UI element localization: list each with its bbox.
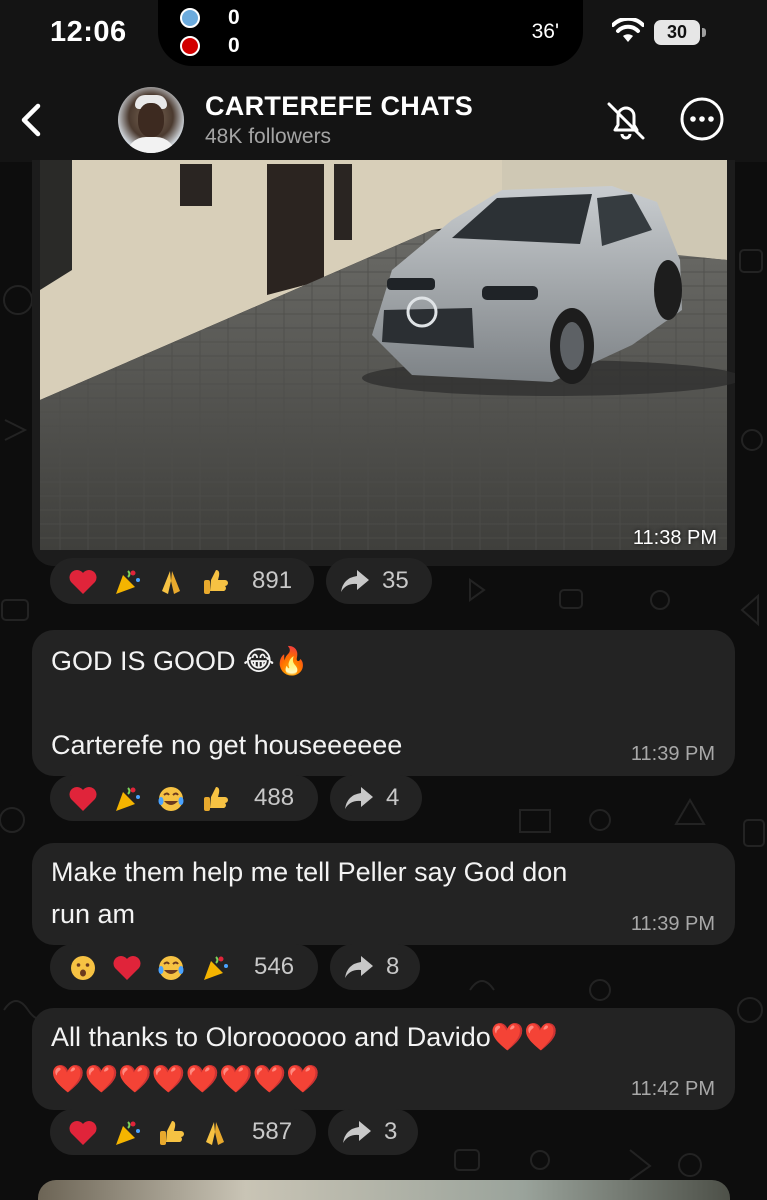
forward-arrow-icon xyxy=(345,956,373,978)
home-score: 0 xyxy=(228,6,240,29)
battery-indicator: 30 xyxy=(654,20,700,45)
channel-avatar[interactable] xyxy=(118,87,184,153)
forward-count: 8 xyxy=(386,953,400,980)
more-options-icon[interactable] xyxy=(679,96,725,142)
photo-message[interactable]: 11:38 PM xyxy=(32,160,735,566)
status-time: 12:06 xyxy=(50,16,127,48)
heart-reaction-icon[interactable] xyxy=(68,784,98,814)
forward-count: 3 xyxy=(384,1118,398,1145)
reaction-count: 546 xyxy=(254,953,295,980)
muted-bell-icon[interactable] xyxy=(601,96,651,146)
thumbs-up-reaction-icon[interactable] xyxy=(200,567,230,597)
channel-name[interactable]: CARTEREFE CHATS xyxy=(205,91,473,122)
match-minute: 36' xyxy=(531,20,559,43)
wifi-icon xyxy=(612,18,644,42)
forward-button[interactable]: 3 xyxy=(328,1109,418,1155)
message-time: 11:39 PM xyxy=(630,913,715,935)
heart-reaction-icon[interactable] xyxy=(68,567,98,597)
car-photo[interactable] xyxy=(32,160,735,566)
away-score: 0 xyxy=(228,34,240,57)
party-popper-reaction-icon[interactable] xyxy=(112,567,142,597)
reactions-bar[interactable]: 587 xyxy=(50,1109,316,1155)
reaction-count: 488 xyxy=(254,784,295,811)
text-message[interactable]: All thanks to Oloroooooo and Davido❤️❤️ … xyxy=(32,1008,735,1110)
party-popper-reaction-icon[interactable] xyxy=(112,1118,142,1148)
thumbs-up-reaction-icon[interactable] xyxy=(200,784,230,814)
tears-of-joy-reaction-icon[interactable] xyxy=(156,953,186,983)
forward-button[interactable]: 8 xyxy=(330,944,420,990)
away-team-logo-icon xyxy=(180,36,200,56)
home-team-logo-icon xyxy=(180,8,200,28)
status-bar: 12:06 0 0 36' 30 xyxy=(0,0,767,84)
thumbs-up-reaction-icon[interactable] xyxy=(156,1118,186,1148)
reaction-count: 891 xyxy=(252,567,293,594)
tears-of-joy-reaction-icon[interactable] xyxy=(156,784,186,814)
channel-header: CARTEREFE CHATS 48K followers xyxy=(0,84,767,162)
message-text: All thanks to Oloroooooo and Davido❤️❤️ … xyxy=(51,1022,559,1094)
text-message[interactable]: GOD IS GOOD 😂🔥 Carterefe no get houseeee… xyxy=(32,630,735,776)
forward-button[interactable]: 35 xyxy=(326,558,432,604)
reaction-count: 587 xyxy=(252,1118,293,1145)
reactions-bar[interactable]: 546 xyxy=(50,944,318,990)
message-time: 11:39 PM xyxy=(630,743,715,765)
message-text: Make them help me tell Peller say God do… xyxy=(51,857,568,929)
forward-arrow-icon xyxy=(343,1121,371,1143)
reactions-bar[interactable]: 488 xyxy=(50,775,318,821)
forward-button[interactable]: 4 xyxy=(330,775,422,821)
message-text: GOD IS GOOD 😂🔥 Carterefe no get houseeee… xyxy=(51,646,403,760)
heart-reaction-icon[interactable] xyxy=(112,953,142,983)
text-message[interactable]: Make them help me tell Peller say God do… xyxy=(32,843,735,945)
live-activity-score[interactable]: 0 0 36' xyxy=(158,0,583,66)
forward-arrow-icon xyxy=(341,570,369,592)
party-popper-reaction-icon[interactable] xyxy=(112,784,142,814)
message-time: 11:42 PM xyxy=(630,1078,715,1100)
battery-tip xyxy=(702,28,706,37)
heart-reaction-icon[interactable] xyxy=(68,1118,98,1148)
folded-hands-reaction-icon[interactable] xyxy=(200,1118,230,1148)
forward-arrow-icon xyxy=(345,787,373,809)
forward-count: 4 xyxy=(386,784,400,811)
folded-hands-reaction-icon[interactable] xyxy=(156,567,186,597)
message-time: 11:38 PM xyxy=(632,527,717,549)
forward-count: 35 xyxy=(382,567,409,594)
reactions-bar[interactable]: 891 xyxy=(50,558,314,604)
followers-count: 48K followers xyxy=(205,125,332,148)
back-arrow-icon[interactable] xyxy=(12,98,52,142)
next-photo-message[interactable] xyxy=(38,1180,730,1200)
hushed-face-reaction-icon[interactable] xyxy=(68,953,98,983)
party-popper-reaction-icon[interactable] xyxy=(200,953,230,983)
